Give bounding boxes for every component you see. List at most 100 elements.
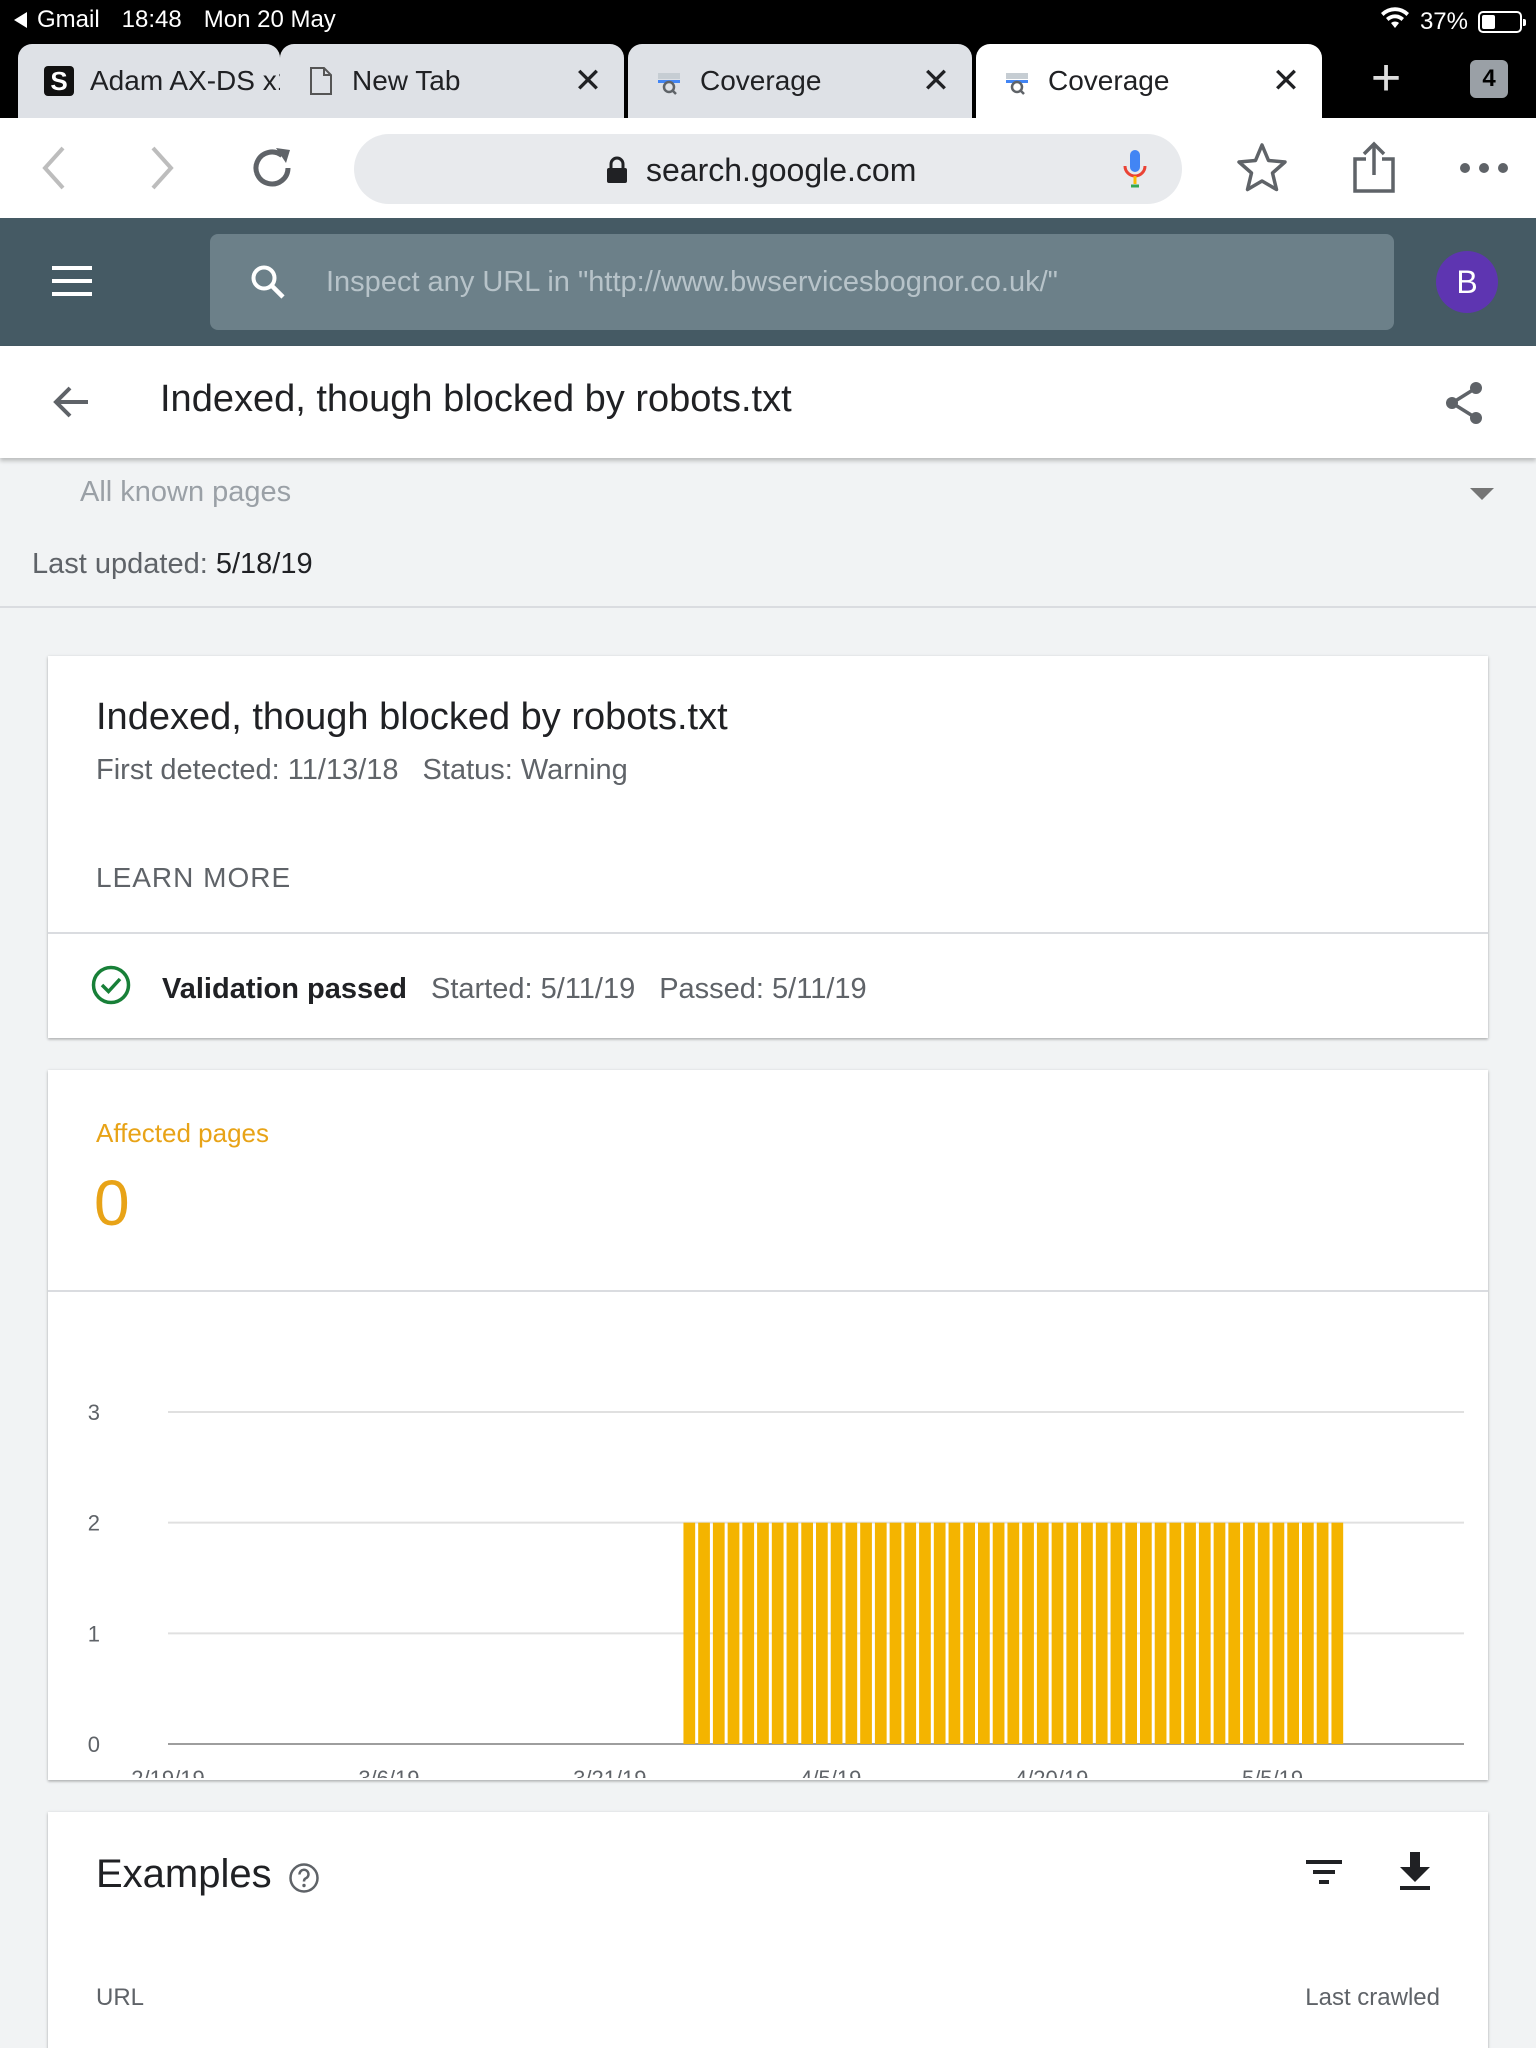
- bar: [904, 1522, 917, 1744]
- close-tab-icon[interactable]: ✕: [914, 59, 958, 103]
- close-tab-icon[interactable]: ✕: [1264, 59, 1308, 103]
- back-to-app[interactable]: Gmail 18:48 Mon 20 May: [14, 6, 336, 34]
- mic-icon[interactable]: [1122, 148, 1148, 195]
- check-circle-icon: [90, 964, 132, 1014]
- x-tick-label: 4/20/19: [1015, 1766, 1088, 1778]
- share-upload-icon: [1353, 141, 1395, 193]
- filter-list-button[interactable]: [1304, 1854, 1344, 1895]
- close-tab-icon[interactable]: ✕: [566, 59, 610, 103]
- download-button[interactable]: [1396, 1850, 1434, 1897]
- address-bar[interactable]: search.google.com: [354, 134, 1182, 204]
- bar: [816, 1522, 828, 1744]
- share-report-button[interactable]: [1442, 380, 1486, 431]
- url-inspection-input[interactable]: [326, 252, 1366, 312]
- pages-filter-select[interactable]: All known pages: [80, 476, 291, 509]
- bar: [948, 1522, 961, 1744]
- bar: [1154, 1522, 1167, 1744]
- bar: [1051, 1522, 1064, 1744]
- hamburger-menu-icon[interactable]: [52, 266, 92, 296]
- column-header-last-crawled[interactable]: Last crawled: [1305, 1984, 1440, 2012]
- page-icon: [306, 66, 336, 96]
- bar: [727, 1522, 740, 1744]
- bar: [1081, 1522, 1093, 1744]
- x-tick-label: 3/6/19: [358, 1766, 419, 1778]
- tab-switcher-button[interactable]: 4: [1470, 60, 1508, 98]
- last-updated: Last updated: 5/18/19: [32, 548, 313, 581]
- examples-card: Examples URL Last crawled: [48, 1812, 1488, 2048]
- bar: [1316, 1522, 1329, 1744]
- x-tick-label: 2/19/19: [131, 1766, 204, 1778]
- divider: [48, 932, 1488, 934]
- filter-list-icon: [1306, 1860, 1342, 1884]
- reload-button[interactable]: [244, 140, 300, 196]
- tab-label: New Tab: [352, 65, 461, 96]
- bar: [992, 1522, 1005, 1744]
- reload-icon: [253, 148, 291, 187]
- share-page-button[interactable]: [1346, 140, 1402, 196]
- caret-down-icon[interactable]: [1470, 488, 1494, 500]
- chevron-right-icon: [151, 146, 174, 190]
- tab-new-tab[interactable]: New Tab ✕: [280, 44, 624, 118]
- tab-coverage-1[interactable]: Coverage ✕: [628, 44, 972, 118]
- bar: [1169, 1522, 1182, 1744]
- report-title-bar: Indexed, though blocked by robots.txt: [0, 346, 1536, 458]
- last-updated-value: 5/18/19: [215, 548, 313, 580]
- search-console-icon: [1002, 66, 1032, 96]
- bar: [1066, 1522, 1079, 1744]
- y-tick-label: 2: [88, 1511, 100, 1536]
- bar: [963, 1522, 975, 1744]
- arrow-left-icon: [53, 386, 88, 418]
- avatar[interactable]: B: [1436, 251, 1498, 313]
- validation-row: Validation passed Started: 5/11/19 Passe…: [90, 964, 867, 1014]
- wifi-icon: [1380, 6, 1410, 37]
- bar: [742, 1522, 755, 1744]
- search-console-icon: [654, 66, 684, 96]
- x-tick-label: 4/5/19: [800, 1766, 861, 1778]
- bar: [757, 1522, 769, 1744]
- download-icon: [1400, 1852, 1430, 1890]
- bar: [1228, 1522, 1241, 1744]
- new-tab-button[interactable]: +: [1360, 52, 1412, 106]
- bar: [830, 1522, 843, 1744]
- help-icon[interactable]: [288, 1862, 320, 1899]
- battery-icon: [1478, 10, 1526, 33]
- bar: [683, 1522, 696, 1744]
- issue-title: Indexed, though blocked by robots.txt: [96, 696, 728, 738]
- bar: [919, 1522, 931, 1744]
- y-tick-label: 0: [88, 1732, 100, 1757]
- tab-label: Coverage: [700, 65, 822, 96]
- s-logo-icon: S: [44, 66, 74, 96]
- search-icon: [250, 264, 286, 305]
- star-icon: [1237, 143, 1287, 192]
- bookmark-button[interactable]: [1234, 140, 1290, 196]
- forward-button[interactable]: [134, 140, 190, 196]
- bar: [1257, 1522, 1270, 1744]
- validation-started: Started: 5/11/19: [430, 972, 636, 1005]
- affected-pages-chart: 0 1 2 3 2/19/19 3/6/19 3/21/19 4/5/19 4/20/19 5/5…: [88, 1400, 1464, 1778]
- bar: [786, 1522, 799, 1744]
- tab-coverage-2[interactable]: Coverage ✕: [976, 44, 1322, 118]
- examples-title: Examples: [96, 1852, 272, 1896]
- back-button[interactable]: [26, 140, 82, 196]
- bar: [1007, 1522, 1020, 1744]
- page-title: Indexed, though blocked by robots.txt: [160, 378, 792, 420]
- ios-status-bar: Gmail 18:48 Mon 20 May 37%: [0, 0, 1536, 40]
- more-menu-button[interactable]: [1456, 140, 1512, 196]
- bar: [1184, 1522, 1196, 1744]
- bar: [860, 1522, 872, 1744]
- bar: [1022, 1522, 1034, 1744]
- column-header-url[interactable]: URL: [96, 1984, 144, 2012]
- tab-label: Adam AX-DS x1: [90, 65, 280, 96]
- bar: [1140, 1522, 1152, 1744]
- back-app-label: Gmail: [37, 6, 100, 33]
- affected-pages-count: 0: [94, 1167, 130, 1239]
- learn-more-link[interactable]: LEARN MORE: [96, 862, 291, 894]
- bar: [845, 1522, 858, 1744]
- lock-icon: [606, 156, 628, 189]
- date: Mon 20 May: [203, 6, 336, 33]
- browser-toolbar: search.google.com: [0, 118, 1536, 218]
- affected-pages-card: Affected pages 0 0 1 2 3 2/19/19 3/6/19 3/21/1…: [48, 1070, 1488, 1780]
- back-arrow-button[interactable]: [48, 378, 96, 431]
- validation-status: Validation passed: [162, 972, 407, 1005]
- tab-adam[interactable]: S Adam AX-DS x1: [18, 44, 280, 118]
